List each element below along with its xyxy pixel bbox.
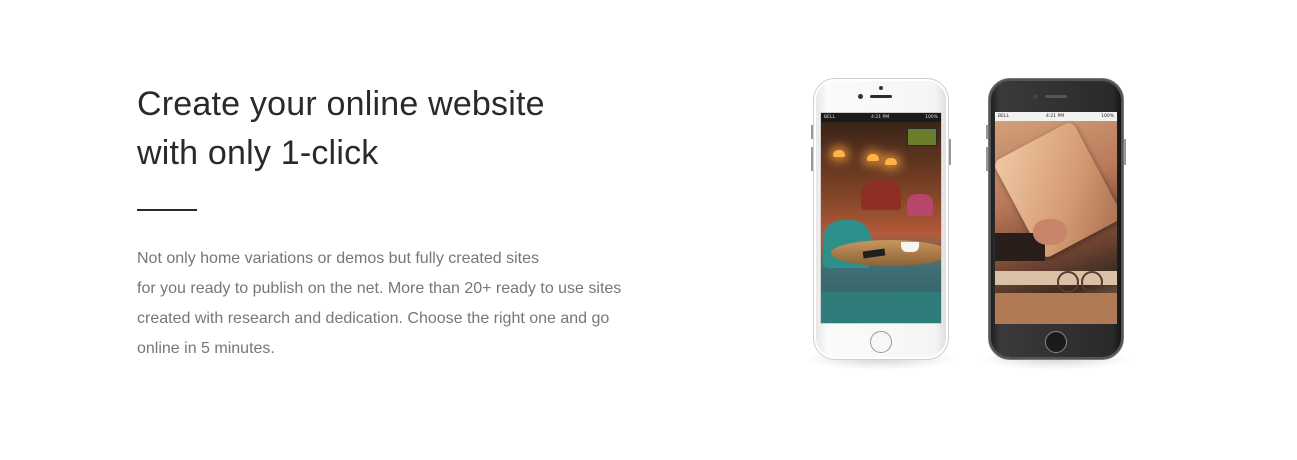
clock-label: 4:21 PM (1045, 114, 1065, 119)
floor-shape (821, 292, 941, 323)
lamp-icon (833, 150, 845, 157)
speaker-grille (1045, 95, 1067, 98)
hero-description-line: online in 5 minutes. (137, 340, 275, 357)
title-divider (137, 209, 197, 211)
hero-description-line: Not only home variations or demos but fu… (137, 250, 539, 267)
volume-button (986, 125, 988, 139)
black-phone-mockup: BELL 4:21 PM 100% (986, 78, 1126, 360)
power-button (1124, 139, 1126, 165)
speaker-grille (870, 95, 892, 98)
home-button (1045, 331, 1067, 353)
cafe-photo (821, 122, 941, 323)
status-bar: BELL 4:21 PM 100% (995, 112, 1117, 121)
hand-shape (1033, 219, 1067, 245)
chair-shape (907, 194, 933, 216)
cafe-sign (907, 128, 937, 146)
phone-screen: BELL 4:21 PM 100% (995, 112, 1117, 324)
tablet-photo (995, 120, 1117, 324)
lamp-icon (867, 154, 879, 161)
clock-label: 4:21 PM (870, 115, 890, 120)
lamp-icon (885, 158, 897, 165)
chair-shape (861, 180, 901, 210)
phone-screen: BELL 4:21 PM 100% (820, 112, 942, 324)
status-bar: BELL 4:21 PM 100% (821, 113, 941, 122)
home-button (870, 331, 892, 353)
battery-label: 100% (1101, 114, 1114, 119)
glasses-icon (1057, 271, 1103, 293)
volume-button (811, 125, 813, 139)
hero-description-line: for you ready to publish on the net. Mor… (137, 280, 622, 297)
front-camera-icon (858, 94, 863, 99)
coffee-cup-icon (901, 242, 919, 252)
hero-description: Not only home variations or demos but fu… (137, 244, 677, 364)
table-shape (831, 240, 941, 266)
hero-title-line-2: with only 1-click (137, 134, 379, 172)
volume-button (811, 147, 813, 171)
hero-title-line-1: Create your online website (137, 85, 545, 123)
sensor-icon (879, 86, 883, 90)
front-camera-icon (1033, 94, 1038, 99)
hero-text: Create your online website with only 1-c… (137, 80, 677, 364)
hero-description-line: created with research and dedication. Ch… (137, 310, 610, 327)
carrier-label: BELL (998, 114, 1009, 119)
white-phone-mockup: BELL 4:21 PM 100% (811, 78, 951, 360)
hero-title: Create your online website with only 1-c… (137, 80, 677, 178)
battery-label: 100% (925, 115, 938, 120)
phone-mockups: BELL 4:21 PM 100% BELL 4:21 PM 100% (795, 70, 1155, 390)
carrier-label: BELL (824, 115, 835, 120)
power-button (949, 139, 951, 165)
desk-shape (995, 293, 1117, 324)
volume-button (986, 147, 988, 171)
